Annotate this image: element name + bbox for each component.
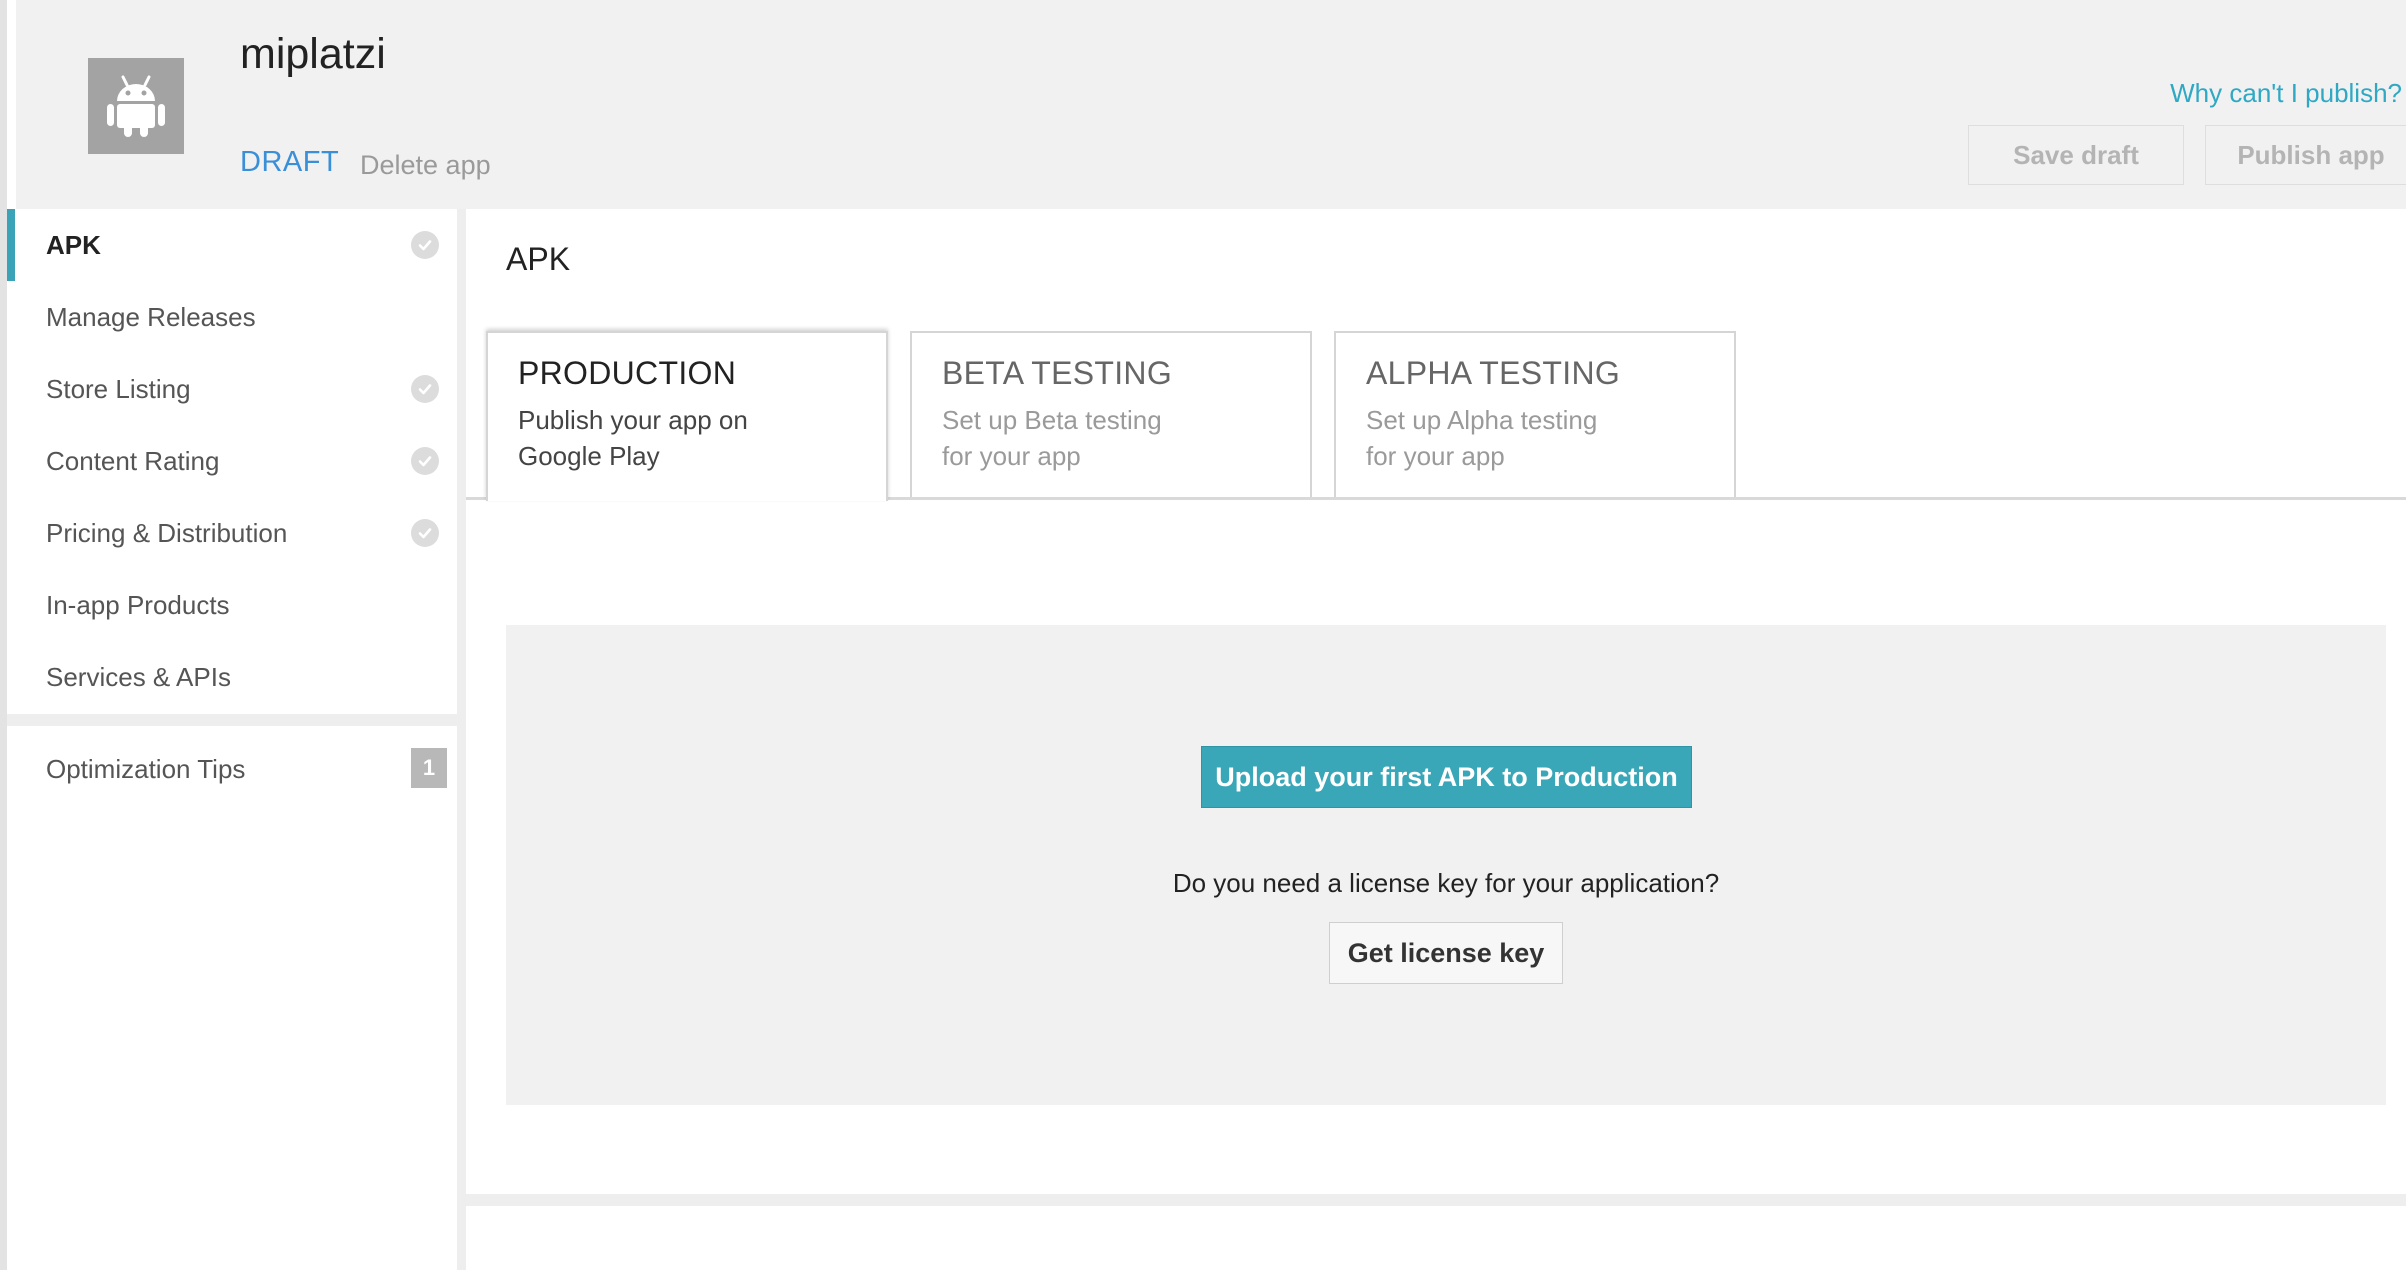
tab-title: BETA TESTING xyxy=(942,355,1173,391)
sidebar: APK Manage Releases Store Listing Conten… xyxy=(7,209,457,1270)
android-icon xyxy=(88,58,184,154)
sidebar-item-content-rating[interactable]: Content Rating xyxy=(7,425,457,497)
sidebar-item-in-app-products[interactable]: In-app Products xyxy=(7,569,457,641)
save-draft-button[interactable]: Save draft xyxy=(1968,125,2184,185)
tab-description: Set up Beta testing for your app xyxy=(942,405,1162,471)
status-badge: DRAFT xyxy=(240,146,340,178)
sidebar-item-label: Store Listing xyxy=(46,373,191,404)
main-content: APK PRODUCTION Publish your app on Googl… xyxy=(466,209,2406,1270)
check-icon xyxy=(411,375,439,403)
tab-title: PRODUCTION xyxy=(518,355,737,391)
active-indicator xyxy=(7,209,15,281)
sidebar-item-label: Optimization Tips xyxy=(46,753,246,784)
why-cant-publish-link[interactable]: Why can't I publish? xyxy=(2170,78,2402,109)
sidebar-item-label: Content Rating xyxy=(46,445,220,476)
sidebar-item-label: Services & APIs xyxy=(46,661,231,692)
sidebar-item-label: In-app Products xyxy=(46,589,230,620)
tab-beta-testing[interactable]: BETA TESTING Set up Beta testing for you… xyxy=(910,331,1312,497)
sidebar-item-manage-releases[interactable]: Manage Releases xyxy=(7,281,457,353)
get-license-key-button[interactable]: Get license key xyxy=(1329,922,1563,984)
tab-production[interactable]: PRODUCTION Publish your app on Google Pl… xyxy=(486,331,888,501)
sidebar-item-apk[interactable]: APK xyxy=(7,209,457,281)
sidebar-divider xyxy=(7,714,457,726)
tab-alpha-testing[interactable]: ALPHA TESTING Set up Alpha testing for y… xyxy=(1334,331,1736,497)
sidebar-item-label: Manage Releases xyxy=(46,301,256,332)
sidebar-gutter xyxy=(457,209,466,1270)
upload-panel: Upload your first APK to Production Do y… xyxy=(506,625,2386,1105)
window-edge xyxy=(0,0,7,1270)
check-icon xyxy=(411,519,439,547)
tab-description: Publish your app on Google Play xyxy=(518,405,748,471)
sidebar-item-services-apis[interactable]: Services & APIs xyxy=(7,641,457,713)
sidebar-item-optimization-tips[interactable]: Optimization Tips 1 xyxy=(7,726,457,812)
check-icon xyxy=(411,447,439,475)
section-divider xyxy=(466,1194,2406,1206)
delete-app-link[interactable]: Delete app xyxy=(360,150,491,181)
sidebar-item-label: APK xyxy=(46,229,101,260)
sidebar-item-label: Pricing & Distribution xyxy=(46,517,288,548)
page-title: APK xyxy=(506,241,571,277)
license-question: Do you need a license key for your appli… xyxy=(1172,868,1720,898)
app-header: miplatzi DRAFT Delete app Why can't I pu… xyxy=(16,0,2406,209)
tab-title: ALPHA TESTING xyxy=(1366,355,1621,391)
sidebar-item-pricing-distribution[interactable]: Pricing & Distribution xyxy=(7,497,457,569)
check-icon xyxy=(411,231,439,259)
publish-app-button[interactable]: Publish app xyxy=(2205,125,2406,185)
sidebar-item-store-listing[interactable]: Store Listing xyxy=(7,353,457,425)
upload-apk-button[interactable]: Upload your first APK to Production xyxy=(1201,746,1692,808)
count-badge: 1 xyxy=(411,748,447,788)
tab-description: Set up Alpha testing for your app xyxy=(1366,405,1598,471)
app-title: miplatzi xyxy=(240,30,386,78)
